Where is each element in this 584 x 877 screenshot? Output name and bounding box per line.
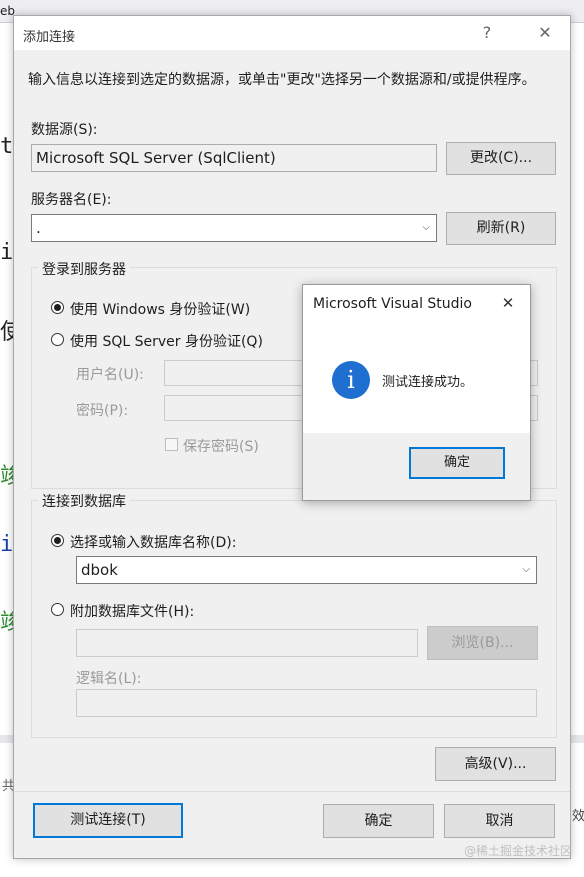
cancel-button[interactable]: 取消 (444, 804, 555, 838)
datasource-field: Microsoft SQL Server (SqlClient) (31, 144, 437, 172)
database-name-value: dbok (81, 561, 118, 579)
watermark: @稀土掘金技术社区 (463, 844, 572, 858)
windows-auth-label[interactable]: 使用 Windows 身份验证(W) (70, 299, 250, 319)
login-group-title: 登录到服务器 (38, 259, 130, 279)
ok-button[interactable]: 确定 (323, 804, 434, 838)
info-icon: i (332, 361, 370, 399)
attach-database-radio[interactable] (51, 603, 64, 616)
test-connection-button[interactable]: 测试连接(T) (33, 803, 183, 838)
side-fragment: 效 (572, 809, 584, 824)
intro-text: 输入信息以连接到选定的数据源，或单击"更改"选择另一个数据源和/或提供程序。 (28, 72, 536, 88)
test-result-messagebox: Microsoft Visual Studio ✕ i 测试连接成功。 确定 (302, 284, 531, 501)
dialog-titlebar: 添加连接 ? ✕ (14, 16, 570, 50)
server-name-label: 服务器名(E): (31, 192, 112, 208)
refresh-button[interactable]: 刷新(R) (446, 212, 556, 245)
code-fragment: t (0, 134, 14, 159)
database-name-combobox[interactable]: dbok ⌵ (76, 556, 537, 584)
logical-name-label: 逻辑名(L): (76, 671, 142, 687)
server-name-combobox[interactable]: . ⌵ (31, 214, 437, 242)
password-label: 密码(P): (76, 403, 129, 419)
messagebox-ok-button[interactable]: 确定 (409, 447, 505, 479)
messagebox-footer: 确定 (303, 433, 530, 500)
messagebox-close-icon[interactable]: ✕ (496, 294, 520, 312)
datasource-label: 数据源(S): (31, 122, 98, 138)
browse-button[interactable]: 浏览(B)... (427, 626, 538, 660)
windows-auth-radio[interactable] (51, 301, 64, 314)
dialog-title: 添加连接 (23, 30, 76, 45)
messagebox-title: Microsoft Visual Studio (313, 296, 472, 312)
close-icon[interactable]: ✕ (530, 20, 560, 46)
select-database-label[interactable]: 选择或输入数据库名称(D): (70, 532, 236, 552)
sql-auth-radio[interactable] (51, 333, 64, 346)
attach-database-label[interactable]: 附加数据库文件(H): (70, 601, 194, 621)
save-password-label: 保存密码(S) (183, 439, 259, 455)
logical-name-input[interactable] (76, 689, 537, 717)
help-icon[interactable]: ? (472, 20, 502, 46)
code-fragment: i (0, 240, 14, 265)
sql-auth-label[interactable]: 使用 SQL Server 身份验证(Q) (70, 331, 263, 351)
save-password-checkbox[interactable] (165, 438, 178, 451)
advanced-button[interactable]: 高级(V)... (435, 747, 556, 781)
messagebox-message: 测试连接成功。 (382, 375, 474, 390)
change-button[interactable]: 更改(C)... (446, 142, 556, 175)
chevron-down-icon[interactable]: ⌵ (422, 215, 430, 241)
footer-divider (14, 791, 570, 792)
attach-file-input[interactable] (76, 629, 418, 657)
server-name-value: . (36, 219, 41, 237)
select-database-radio[interactable] (51, 534, 64, 547)
database-group-title: 连接到数据库 (38, 491, 130, 511)
username-label: 用户名(U): (76, 367, 144, 383)
code-fragment: i (0, 532, 14, 557)
chevron-down-icon[interactable]: ⌵ (522, 557, 530, 583)
